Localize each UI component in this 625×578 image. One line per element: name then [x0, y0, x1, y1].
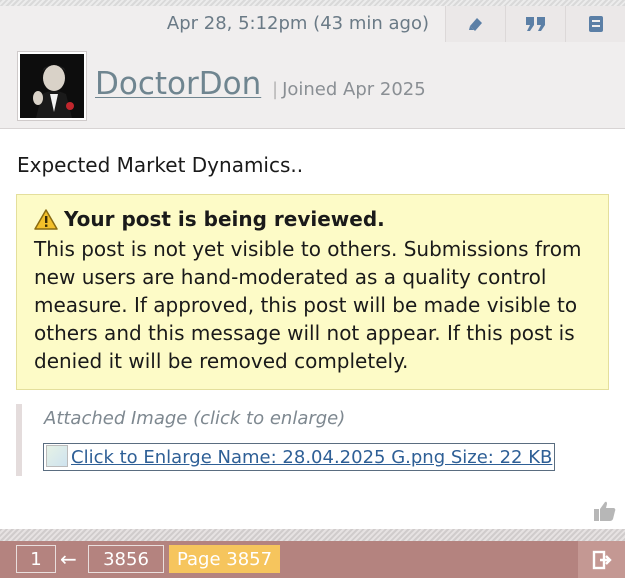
bottom-divider — [0, 529, 625, 541]
first-page-button[interactable]: 1 — [16, 545, 56, 573]
join-separator: | — [272, 79, 279, 100]
attachment-label: Attached Image (click to enlarge) — [44, 408, 346, 429]
post-timestamp[interactable]: Apr 28, 5:12pm (43 min ago) — [167, 13, 429, 34]
attachment-link[interactable]: Click to Enlarge Name: 28.04.2025 G.png … — [43, 443, 556, 471]
post-header: Apr 28, 5:12pm (43 min ago) DoctorDon | … — [0, 6, 625, 129]
pagination-bar: 1 ← 3856 Page 3857 — [0, 541, 625, 578]
exit-button[interactable] — [578, 541, 625, 578]
warning-icon — [34, 208, 58, 230]
review-heading-text: Your post is being reviewed. — [64, 207, 385, 231]
prev-arrow[interactable]: ← — [60, 545, 77, 573]
post-meta-bar: Apr 28, 5:12pm (43 min ago) — [0, 6, 625, 42]
join-date-text: Joined Apr 2025 — [282, 79, 426, 100]
broken-image-icon — [46, 445, 68, 467]
edit-button[interactable] — [445, 6, 505, 42]
current-page-indicator: Page 3857 — [169, 545, 280, 573]
quote-icon — [525, 17, 545, 31]
edit-icon — [468, 18, 482, 31]
avatar[interactable] — [17, 51, 87, 121]
review-message: This post is not yet visible to others. … — [34, 237, 582, 373]
review-notice: Your post is being reviewed. This post i… — [16, 194, 609, 390]
thumbs-up-icon — [594, 501, 616, 521]
username-link[interactable]: DoctorDon — [95, 66, 261, 102]
like-button[interactable] — [593, 500, 617, 526]
previous-page-button[interactable]: 3856 — [88, 545, 164, 573]
join-date: | Joined Apr 2025 — [272, 79, 426, 100]
exit-icon — [592, 550, 612, 569]
flag-icon — [588, 16, 603, 32]
avatar-image — [20, 54, 84, 118]
attachment-block: Attached Image (click to enlarge) Click … — [16, 404, 609, 476]
quote-button[interactable] — [505, 6, 565, 42]
attachment-link-text: Click to Enlarge Name: 28.04.2025 G.png … — [71, 447, 553, 468]
review-heading: Your post is being reviewed. — [34, 207, 592, 231]
flag-button[interactable] — [565, 6, 625, 42]
post-body-text: Expected Market Dynamics.. — [17, 153, 304, 177]
